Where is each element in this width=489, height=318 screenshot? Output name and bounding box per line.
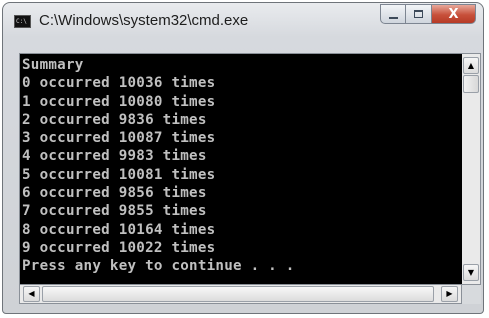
minimize-icon: [388, 16, 398, 19]
console-line: 2 occurred 9836 times: [22, 111, 207, 128]
horizontal-scroll-thumb[interactable]: [42, 286, 434, 302]
vertical-scroll-thumb[interactable]: [463, 75, 479, 93]
console-line: Press any key to continue . . .: [22, 258, 295, 275]
console-lines: Summary 0 occurred 10036 times 1 occurred …: [22, 56, 295, 276]
console-line: 9 occurred 10022 times: [22, 239, 216, 256]
cmd-app-icon[interactable]: C:\: [14, 15, 31, 28]
horizontal-scrollbar[interactable]: ◀ ▶: [19, 285, 462, 304]
console-line: 3 occurred 10087 times: [22, 130, 216, 147]
console-line: Summary: [22, 57, 84, 73]
caption-buttons: X: [380, 4, 476, 26]
resize-corner: [462, 285, 481, 304]
scroll-down-button[interactable]: ▼: [463, 264, 479, 281]
scroll-down-arrow-icon: ▼: [467, 268, 475, 277]
console-line: 8 occurred 10164 times: [22, 221, 216, 238]
console-line: 6 occurred 9856 times: [22, 185, 207, 202]
close-icon: X: [448, 6, 459, 22]
scroll-left-button[interactable]: ◀: [23, 286, 40, 302]
console-line: 1 occurred 10080 times: [22, 93, 216, 110]
console-line: 4 occurred 9983 times: [22, 148, 207, 165]
console-output[interactable]: Summary 0 occurred 10036 times 1 occurred …: [19, 53, 467, 285]
scroll-left-arrow-icon: ◀: [28, 289, 35, 298]
minimize-button[interactable]: [380, 4, 406, 24]
scroll-right-arrow-icon: ▶: [446, 289, 453, 298]
console-line: 7 occurred 9855 times: [22, 203, 207, 220]
cmd-icon-label: C:\: [16, 18, 27, 25]
title-bar[interactable]: C:\ C:\Windows\system32\cmd.exe X: [3, 3, 483, 41]
close-button[interactable]: X: [432, 4, 476, 24]
scroll-up-arrow-icon: ▲: [467, 61, 475, 70]
console-line: 0 occurred 10036 times: [22, 75, 216, 92]
console-line: 5 occurred 10081 times: [22, 166, 216, 183]
vertical-scrollbar[interactable]: ▲ ▼: [462, 53, 481, 285]
scroll-right-button[interactable]: ▶: [441, 286, 458, 302]
scroll-up-button[interactable]: ▲: [463, 57, 479, 74]
maximize-button[interactable]: [406, 4, 432, 24]
window-title: C:\Windows\system32\cmd.exe: [39, 12, 249, 29]
maximize-icon: [414, 10, 423, 18]
console-window: C:\ C:\Windows\system32\cmd.exe X Summar…: [2, 2, 484, 314]
